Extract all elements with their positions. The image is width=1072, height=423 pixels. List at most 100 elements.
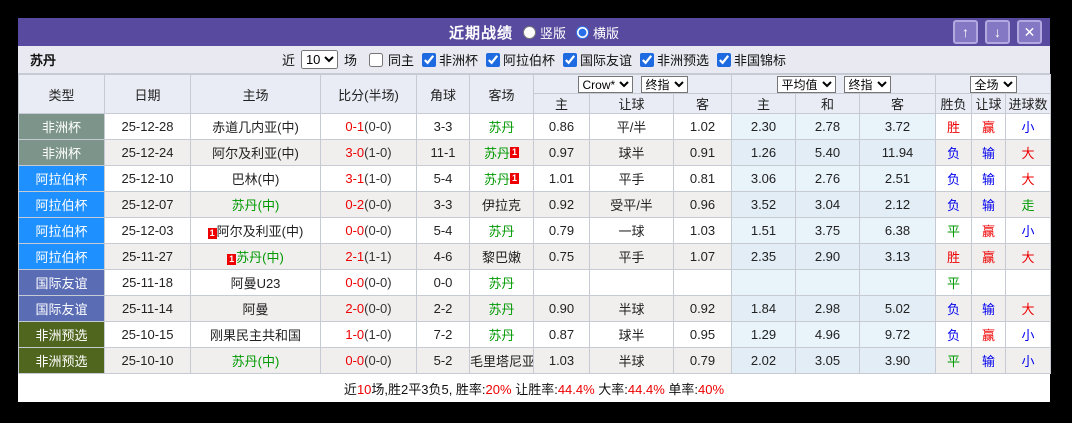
score-cell: 0-0(0-0) [320, 217, 417, 244]
scope-group-header: 全场 [935, 74, 1052, 94]
score-cell: 0-1(0-0) [320, 113, 417, 140]
score-cell: 3-1(1-0) [320, 165, 417, 192]
first-order-badge: 1 [207, 228, 217, 239]
final-odds-select-2[interactable]: 终指 [843, 75, 891, 93]
home-team-cell: 苏丹(中) [190, 191, 321, 218]
odds-source-select[interactable]: Crow* [577, 75, 633, 93]
match-count-select[interactable]: 10 [300, 50, 338, 69]
table-row: 国际友谊 25-11-18 阿曼U23 0-0(0-0) 0-0 苏丹平 [18, 269, 1052, 296]
filter-checkbox-africa-cup[interactable] [421, 52, 436, 67]
avg-home-cell: 2.35 [731, 243, 796, 270]
summary-segment: 单率: [664, 381, 699, 397]
odds-home-cell: 0.97 [533, 139, 590, 166]
handicap-result-cell: 赢 [971, 243, 1007, 270]
result-cell: 负 [935, 165, 973, 192]
avg-home-cell: 3.06 [731, 165, 796, 192]
filter-checkbox-friendly[interactable] [563, 52, 578, 67]
horizontal-radio-input[interactable] [576, 25, 589, 39]
home-team-cell: 1 苏丹(中) [190, 243, 321, 270]
full-time-score: 0-1 [345, 119, 365, 134]
odds-home-cell: 0.86 [533, 113, 590, 140]
match-type-badge: 阿拉伯杯 [18, 191, 105, 218]
handicap-result-cell: 赢 [971, 217, 1007, 244]
half-time-score: (0-0) [364, 119, 392, 134]
match-type-badge: 非洲预选 [18, 321, 105, 348]
summary-segment: 10 [356, 381, 372, 397]
avg-draw-cell: 4.96 [795, 321, 860, 348]
half-time-score: (1-0) [364, 145, 392, 160]
layout-vertical-radio[interactable]: 竖版 [522, 23, 566, 42]
close-icon[interactable]: ✕ [1017, 20, 1042, 44]
handicap-result-cell: 赢 [971, 321, 1007, 348]
full-time-score: 2-1 [345, 249, 365, 264]
home-team-cell: 阿曼 [190, 295, 321, 322]
handicap-result-cell: 输 [971, 295, 1007, 322]
near-label: 近 [281, 53, 295, 68]
score-cell: 3-0(1-0) [320, 139, 417, 166]
avg-away-cell: 2.12 [858, 191, 937, 218]
away-team-cell: 苏丹 1 [469, 139, 534, 166]
corners-cell: 7-2 [416, 321, 470, 348]
match-type-badge: 阿拉伯杯 [18, 217, 105, 244]
dialog-title: 近期战绩 [448, 24, 513, 42]
filter-checkbox-nations-champ[interactable] [717, 52, 732, 67]
scroll-up-button[interactable]: ↑ [953, 20, 978, 44]
summary-segment: 44.4% [557, 381, 595, 397]
score-cell: 2-1(1-1) [320, 243, 417, 270]
same-home-checkbox[interactable] [368, 52, 383, 67]
summary-segment: 近 [343, 381, 357, 397]
sub-header-avg-away: 客 [858, 93, 937, 114]
layout-horizontal-radio[interactable]: 横版 [576, 23, 619, 42]
sub-header-avg-home: 主 [731, 93, 796, 114]
corners-cell: 5-2 [416, 347, 470, 374]
match-date: 25-12-07 [104, 191, 191, 218]
table-row: 阿拉伯杯 25-11-27 1 苏丹(中) 2-1(1-1) 4-6 黎巴嫩 0.75 平手 1.… [18, 243, 1052, 270]
handicap-cell: 球半 [589, 139, 674, 166]
vertical-radio-label: 竖版 [539, 25, 566, 41]
away-team-cell: 苏丹 [469, 295, 534, 322]
handicap-cell: 平手 [589, 165, 674, 192]
away-team-name: 苏丹 [488, 276, 515, 291]
score-cell: 0-0(0-0) [320, 347, 417, 374]
avg-away-cell: 5.02 [858, 295, 937, 322]
score-cell: 0-2(0-0) [320, 191, 417, 218]
away-team-name: 毛里塔尼亚 [470, 354, 534, 369]
avg-home-cell: 2.02 [731, 347, 796, 374]
scope-select[interactable]: 全场 [969, 75, 1017, 93]
half-time-score: (1-0) [364, 327, 392, 342]
match-date: 25-12-24 [104, 139, 191, 166]
odds-away-cell: 0.92 [673, 295, 732, 322]
final-odds-select-1[interactable]: 终指 [640, 75, 688, 93]
match-date: 25-11-18 [104, 269, 191, 296]
handicap-cell: 平/半 [589, 113, 674, 140]
home-team-name: 阿尔及利亚(中) [212, 146, 299, 161]
filter-bar: 苏丹 近 10 场 同主 非洲杯 阿拉伯杯 国际友谊 非洲预选 非国锦标 [18, 46, 1050, 74]
handicap-result-cell: 赢 [971, 113, 1007, 140]
avg-home-cell [731, 269, 796, 296]
summary-segment: 场,胜2平3负5, 胜率: [371, 381, 486, 397]
match-date: 25-10-15 [104, 321, 191, 348]
summary-segment: 40% [698, 381, 725, 397]
col-header-home: 主场 [190, 74, 321, 114]
goals-cell: 大 [1005, 165, 1052, 192]
handicap-result-cell: 输 [971, 347, 1007, 374]
filter-checkbox-arab-cup[interactable] [486, 52, 500, 67]
corners-cell: 2-2 [416, 295, 470, 322]
odds-away-cell: 1.03 [673, 217, 732, 244]
average-select[interactable]: 平均值 [776, 75, 836, 93]
avg-home-cell: 1.26 [731, 139, 796, 166]
scroll-down-button[interactable]: ↓ [985, 20, 1010, 44]
avg-away-cell: 3.13 [858, 243, 937, 270]
avg-away-cell: 3.90 [858, 347, 937, 374]
result-cell: 负 [935, 295, 973, 322]
filter-label-arab-cup: 阿拉伯杯 [503, 53, 556, 68]
odds-away-cell: 0.81 [673, 165, 732, 192]
avg-home-cell: 1.29 [731, 321, 796, 348]
vertical-radio-input[interactable] [522, 25, 536, 39]
avg-home-cell: 2.30 [731, 113, 796, 140]
away-team-cell: 苏丹 1 [469, 165, 534, 192]
table-row: 非洲预选 25-10-15 刚果民主共和国 1-0(1-0) 7-2 苏丹 0.87 球半 0.… [18, 321, 1052, 348]
filter-checkbox-africa-qual[interactable] [640, 52, 655, 67]
corners-cell: 11-1 [416, 139, 470, 166]
col-header-score: 比分(半场) [320, 74, 417, 114]
